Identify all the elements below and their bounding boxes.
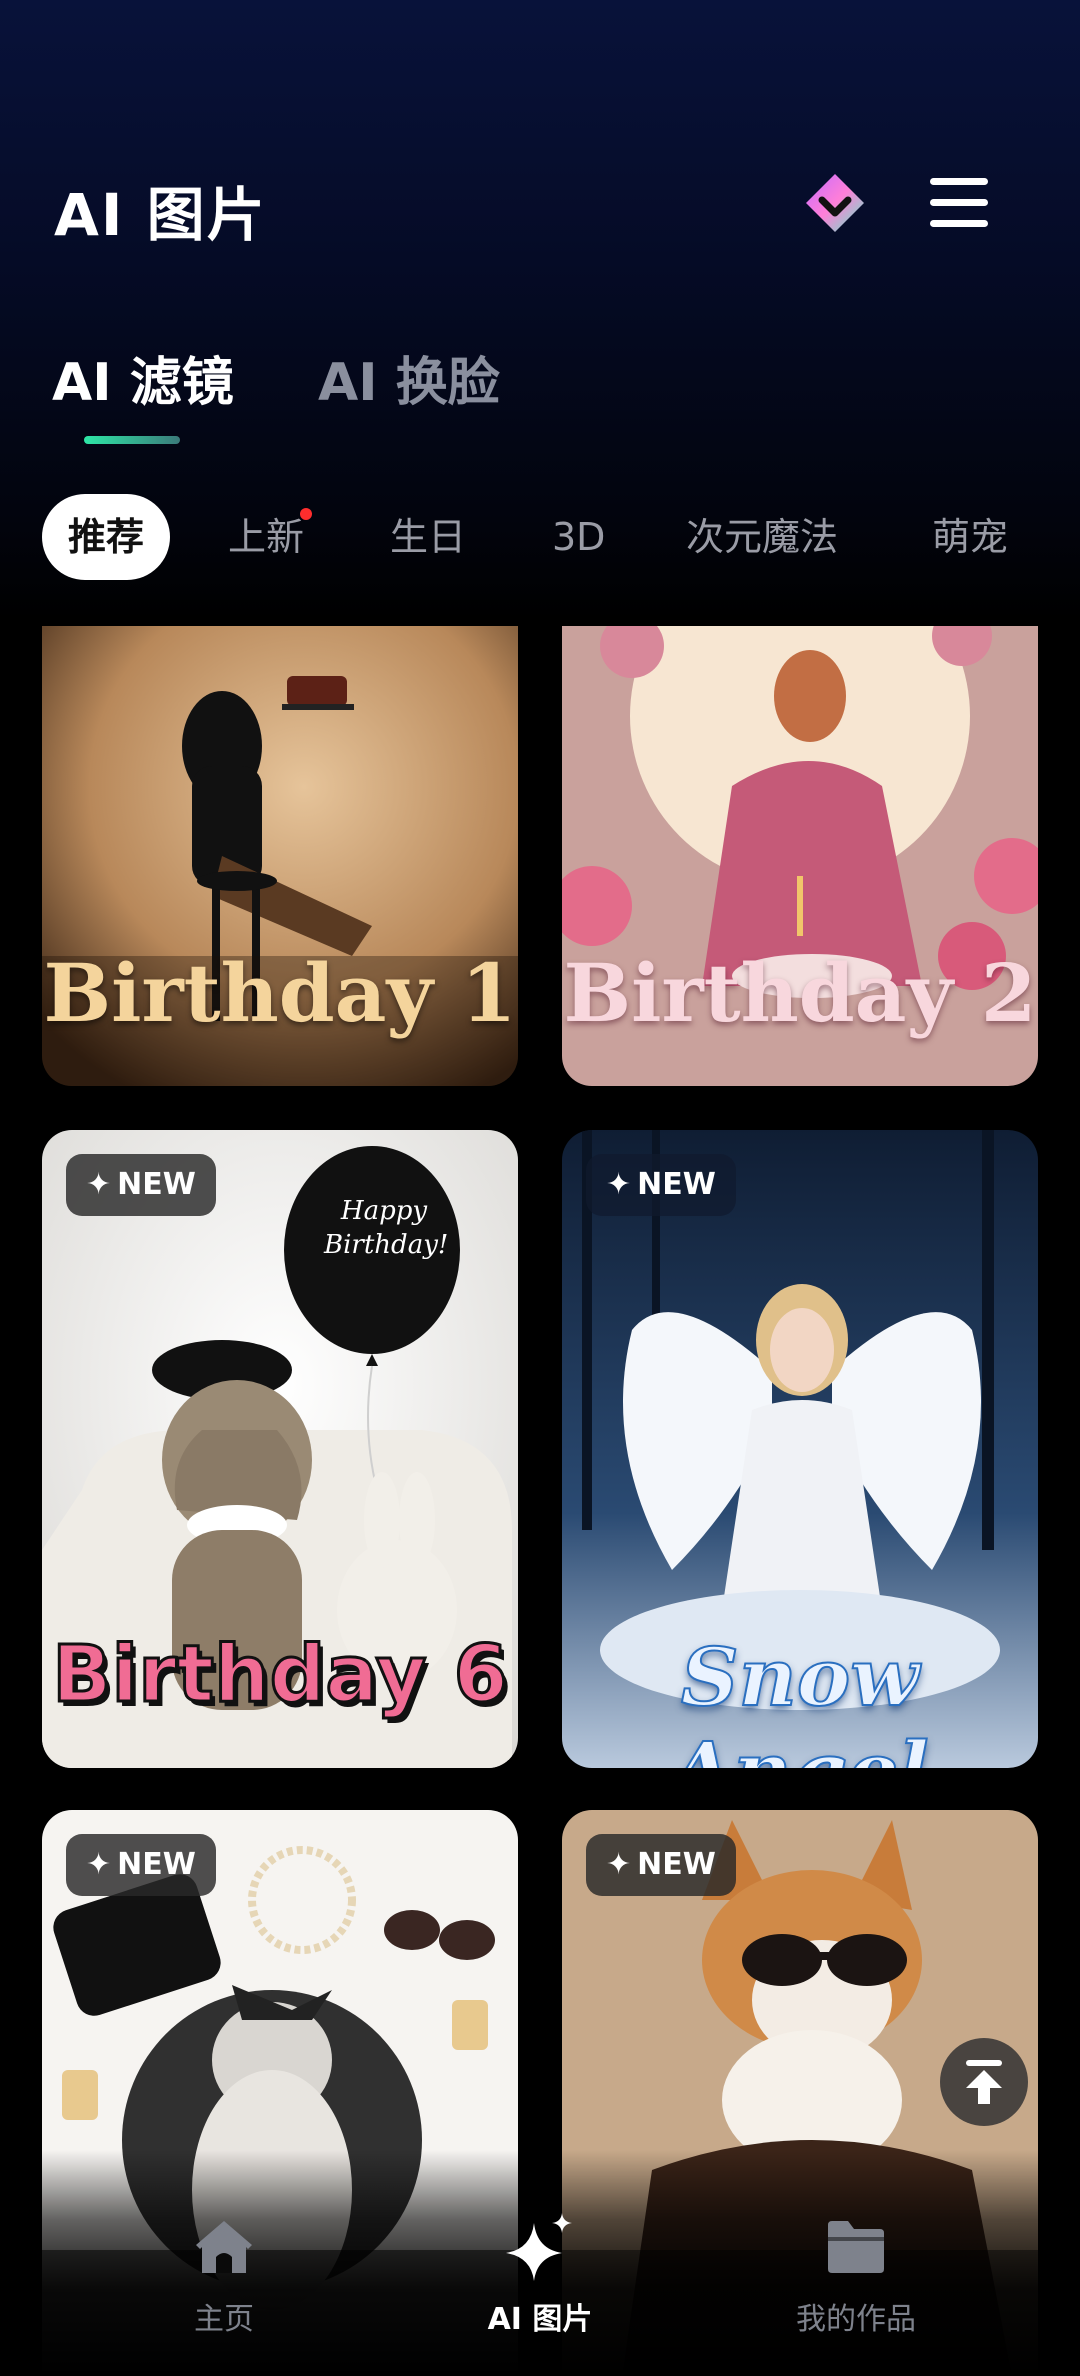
chip-new[interactable]: 上新 xyxy=(228,494,313,580)
nav-home-label: 主页 xyxy=(194,2302,254,2337)
new-badge: ✦ NEW xyxy=(586,1154,736,1216)
back-to-top-button[interactable] xyxy=(940,2038,1028,2126)
sparkle-icon xyxy=(506,2213,572,2281)
sparkle-icon: ✦ xyxy=(86,1167,112,1202)
nav-home[interactable]: 主页 xyxy=(74,2212,374,2338)
chip-birthday[interactable]: 生日 xyxy=(390,494,466,580)
vip-diamond-icon[interactable] xyxy=(800,168,870,238)
bottom-navigation: 主页 AI 图片 我的作品 xyxy=(0,2150,1080,2376)
new-badge-label: NEW xyxy=(117,1847,196,1882)
tab-ai-faceswap[interactable]: AI 换脸 xyxy=(318,340,500,415)
menu-icon[interactable] xyxy=(930,178,988,228)
chip-pets[interactable]: 萌宠 xyxy=(932,494,1008,580)
home-icon xyxy=(196,2221,252,2273)
chip-anime-magic[interactable]: 次元魔法 xyxy=(686,494,838,580)
sparkle-icon: ✦ xyxy=(86,1847,112,1882)
nav-ai-image-label: AI 图片 xyxy=(487,2302,593,2337)
chip-recommended[interactable]: 推荐 xyxy=(42,494,171,580)
nav-my-works[interactable]: 我的作品 xyxy=(706,2212,1006,2338)
nav-ai-image[interactable]: AI 图片 xyxy=(390,2212,690,2338)
template-card-birthday-6[interactable]: Happy Birthday! ✦ NEW Birthday 6 xyxy=(42,1130,518,1768)
chip-3d[interactable]: 3D xyxy=(552,494,605,580)
new-badge-label: NEW xyxy=(637,1167,716,1202)
card-title: Birthday 2 xyxy=(563,946,1037,1040)
new-badge-label: NEW xyxy=(637,1847,716,1882)
card-title: Birthday 1 xyxy=(43,946,517,1040)
new-badge-label: NEW xyxy=(117,1167,196,1202)
balloon-text: Happy Birthday! xyxy=(324,1196,449,1260)
template-card-birthday-1[interactable]: Birthday 1 xyxy=(42,626,518,1086)
category-chips: 推荐 上新 生日 3D 次元魔法 萌宠 xyxy=(0,494,1080,580)
new-badge: ✦ NEW xyxy=(66,1834,216,1896)
tab-ai-filter[interactable]: AI 滤镜 xyxy=(52,340,234,415)
card-title: Birthday 6 xyxy=(51,1629,510,1722)
sparkle-icon: ✦ xyxy=(606,1847,632,1882)
nav-my-works-label: 我的作品 xyxy=(796,2302,916,2337)
new-badge: ✦ NEW xyxy=(586,1834,736,1896)
folder-icon xyxy=(828,2221,884,2273)
active-tab-indicator xyxy=(84,436,180,444)
card-title: Snow Angel xyxy=(670,1629,929,1768)
template-card-birthday-2[interactable]: Birthday 2 xyxy=(562,626,1038,1086)
chip-new-label: 上新 xyxy=(228,515,305,559)
new-badge: ✦ NEW xyxy=(66,1154,216,1216)
template-card-snow-angel[interactable]: ✦NEW Snow Angel xyxy=(562,1130,1038,1768)
new-dot-indicator xyxy=(300,508,313,520)
app-screen: AI 图片 AI 滤镜 AI 换脸 推荐 上新 生日 3D 次元魔法 萌宠 Bi… xyxy=(0,0,1080,2376)
page-title: AI 图片 xyxy=(54,181,267,249)
sparkle-icon: ✦ xyxy=(606,1167,632,1202)
arrow-up-to-top-icon xyxy=(966,2060,1002,2104)
